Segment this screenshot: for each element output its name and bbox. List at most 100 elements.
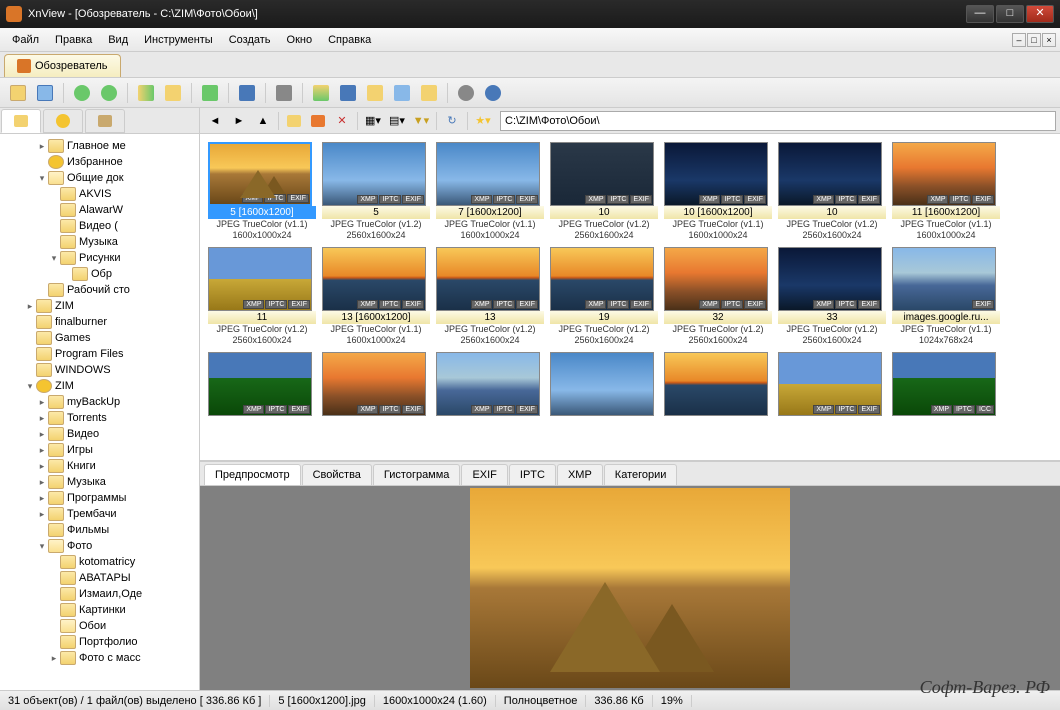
favorite-button[interactable]: ★▾ bbox=[472, 110, 494, 132]
tree-item[interactable]: Портфолио bbox=[0, 634, 199, 650]
tree-item[interactable]: ▸Видео bbox=[0, 426, 199, 442]
view-mode-button[interactable]: ▦▾ bbox=[362, 110, 384, 132]
webpage-button[interactable] bbox=[363, 81, 387, 105]
thumbnail[interactable]: XMPIPTCEXIF bbox=[436, 352, 544, 416]
sidebar-tab-folders[interactable] bbox=[1, 109, 41, 133]
close-button[interactable]: ✕ bbox=[1026, 5, 1054, 23]
about-button[interactable] bbox=[481, 81, 505, 105]
thumbnail[interactable]: XMPIPTCEXIF33JPEG TrueColor (v1.2)2560x1… bbox=[778, 247, 886, 346]
back-button[interactable]: ◄ bbox=[204, 110, 226, 132]
tree-item[interactable]: ▸Программы bbox=[0, 490, 199, 506]
menu-справка[interactable]: Справка bbox=[320, 31, 379, 49]
minimize-button[interactable]: — bbox=[966, 5, 994, 23]
preview-area[interactable] bbox=[200, 486, 1060, 690]
rename-button[interactable] bbox=[307, 110, 329, 132]
tree-item[interactable]: ▸Torrents bbox=[0, 410, 199, 426]
contact-sheet-button[interactable] bbox=[390, 81, 414, 105]
menu-создать[interactable]: Создать bbox=[221, 31, 279, 49]
tab-browser[interactable]: Обозреватель bbox=[4, 54, 121, 77]
tree-item[interactable]: ▾Фото bbox=[0, 538, 199, 554]
thumbnail[interactable]: XMPIPTCEXIF11JPEG TrueColor (v1.2)2560x1… bbox=[208, 247, 316, 346]
mdi-restore-button[interactable]: □ bbox=[1027, 33, 1041, 47]
rotate-left-button[interactable] bbox=[70, 81, 94, 105]
thumbnail[interactable]: XMPIPTCEXIF bbox=[208, 352, 316, 416]
capture-button[interactable] bbox=[336, 81, 360, 105]
tree-item[interactable]: kotomatricy bbox=[0, 554, 199, 570]
tree-item[interactable]: WINDOWS bbox=[0, 362, 199, 378]
thumbnail[interactable]: XMPIPTCEXIF5 [1600x1200]JPEG TrueColor (… bbox=[208, 142, 316, 241]
thumbnail[interactable]: XMPIPTCEXIF10JPEG TrueColor (v1.2)2560x1… bbox=[778, 142, 886, 241]
menu-правка[interactable]: Правка bbox=[47, 31, 100, 49]
tree-item[interactable]: ▾Рисунки bbox=[0, 250, 199, 266]
open-button[interactable] bbox=[6, 81, 30, 105]
preview-tab-1[interactable]: Свойства bbox=[302, 464, 372, 485]
tree-item[interactable]: ▸Трембачи bbox=[0, 506, 199, 522]
tree-item[interactable]: ▸Главное ме bbox=[0, 138, 199, 154]
rotate-right-button[interactable] bbox=[97, 81, 121, 105]
tree-item[interactable]: Games bbox=[0, 330, 199, 346]
preview-tab-3[interactable]: EXIF bbox=[461, 464, 507, 485]
tree-item[interactable]: ▸Книги bbox=[0, 458, 199, 474]
thumbnail[interactable]: XMPIPTCEXIF19JPEG TrueColor (v1.2)2560x1… bbox=[550, 247, 658, 346]
thumbnail[interactable]: XMPIPTCEXIF13 [1600x1200]JPEG TrueColor … bbox=[322, 247, 430, 346]
batch-button[interactable] bbox=[161, 81, 185, 105]
folder-tree[interactable]: ▸Главное меИзбранное▾Общие докAKVISAlawa… bbox=[0, 134, 199, 690]
tree-item[interactable]: ▸Фото с масс bbox=[0, 650, 199, 666]
tree-item[interactable]: Обои bbox=[0, 618, 199, 634]
tree-item[interactable]: ▸Музыка bbox=[0, 474, 199, 490]
menu-окно[interactable]: Окно bbox=[279, 31, 321, 49]
thumbnail[interactable] bbox=[550, 352, 658, 416]
thumbnail[interactable]: XMPIPTCEXIF10 [1600x1200]JPEG TrueColor … bbox=[664, 142, 772, 241]
settings-button[interactable] bbox=[454, 81, 478, 105]
sidebar-tab-categories[interactable] bbox=[85, 109, 125, 133]
menu-инструменты[interactable]: Инструменты bbox=[136, 31, 221, 49]
preview-tab-2[interactable]: Гистограмма bbox=[373, 464, 461, 485]
filter-button[interactable]: ▼▾ bbox=[410, 110, 432, 132]
tree-item[interactable]: ▾ZIM bbox=[0, 378, 199, 394]
mdi-close-button[interactable]: × bbox=[1042, 33, 1056, 47]
tree-item[interactable]: Рабочий сто bbox=[0, 282, 199, 298]
up-button[interactable]: ▲ bbox=[252, 110, 274, 132]
tree-item[interactable]: Program Files bbox=[0, 346, 199, 362]
menu-вид[interactable]: Вид bbox=[100, 31, 136, 49]
thumbnail[interactable]: XMPIPTCICC bbox=[892, 352, 1000, 416]
convert-button[interactable] bbox=[134, 81, 158, 105]
preview-tab-4[interactable]: IPTC bbox=[509, 464, 556, 485]
thumbnail[interactable] bbox=[664, 352, 772, 416]
forward-button[interactable]: ► bbox=[228, 110, 250, 132]
thumbnail[interactable]: EXIFimages.google.ru...JPEG TrueColor (v… bbox=[892, 247, 1000, 346]
tree-item[interactable]: Измаил,Оде bbox=[0, 586, 199, 602]
tree-item[interactable]: finalburner bbox=[0, 314, 199, 330]
tree-item[interactable]: Избранное bbox=[0, 154, 199, 170]
delete-button[interactable]: ✕ bbox=[331, 110, 353, 132]
thumbnail[interactable]: XMPIPTCEXIF bbox=[322, 352, 430, 416]
tree-item[interactable]: Фильмы bbox=[0, 522, 199, 538]
preview-tab-0[interactable]: Предпросмотр bbox=[204, 464, 301, 485]
mdi-minimize-button[interactable]: – bbox=[1012, 33, 1026, 47]
preview-tab-5[interactable]: XMP bbox=[557, 464, 603, 485]
tree-item[interactable]: AKVIS bbox=[0, 186, 199, 202]
tree-item[interactable]: ▾Общие док bbox=[0, 170, 199, 186]
thumbnail[interactable]: XMPIPTCEXIF13JPEG TrueColor (v1.2)2560x1… bbox=[436, 247, 544, 346]
menu-файл[interactable]: Файл bbox=[4, 31, 47, 49]
tree-item[interactable]: ▸ZIM bbox=[0, 298, 199, 314]
thumbnail[interactable]: XMPIPTCEXIF7 [1600x1200]JPEG TrueColor (… bbox=[436, 142, 544, 241]
maximize-button[interactable]: □ bbox=[996, 5, 1024, 23]
thumbnail[interactable]: XMPIPTCEXIF5JPEG TrueColor (v1.2)2560x16… bbox=[322, 142, 430, 241]
jpeg-button[interactable] bbox=[417, 81, 441, 105]
slideshow-button[interactable] bbox=[309, 81, 333, 105]
tree-item[interactable]: ▸myBackUp bbox=[0, 394, 199, 410]
thumbnail[interactable]: XMPIPTCEXIF bbox=[778, 352, 886, 416]
import-button[interactable] bbox=[198, 81, 222, 105]
thumbnail-grid[interactable]: XMPIPTCEXIF5 [1600x1200]JPEG TrueColor (… bbox=[200, 134, 1060, 460]
refresh-button[interactable]: ↻ bbox=[441, 110, 463, 132]
thumbnail[interactable]: XMPIPTCEXIF32JPEG TrueColor (v1.2)2560x1… bbox=[664, 247, 772, 346]
tree-item[interactable]: АВАТАРЫ bbox=[0, 570, 199, 586]
new-folder-button[interactable] bbox=[283, 110, 305, 132]
tree-item[interactable]: AlawarW bbox=[0, 202, 199, 218]
sort-button[interactable]: ▤▾ bbox=[386, 110, 408, 132]
thumbnail[interactable]: XMPIPTCEXIF10JPEG TrueColor (v1.2)2560x1… bbox=[550, 142, 658, 241]
tree-item[interactable]: Музыка bbox=[0, 234, 199, 250]
tree-item[interactable]: ▸Игры bbox=[0, 442, 199, 458]
tree-item[interactable]: Картинки bbox=[0, 602, 199, 618]
